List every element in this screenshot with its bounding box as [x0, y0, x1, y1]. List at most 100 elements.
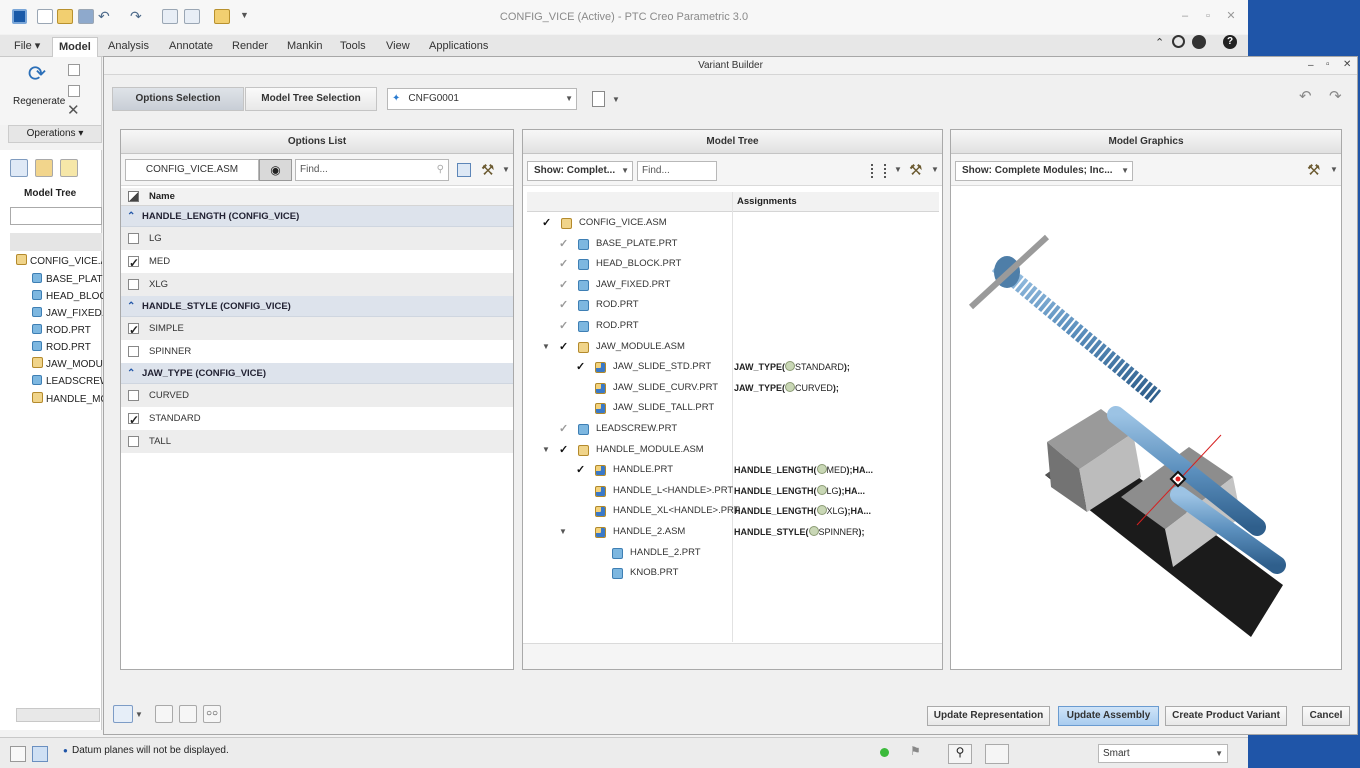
- option-checkbox[interactable]: [128, 346, 139, 357]
- assignment-cell[interactable]: HANDLE_LENGTH(LG);HA...: [734, 481, 865, 501]
- tree-row[interactable]: JAW_SLIDE_CURV.PRT JAW_TYPE(CURVED);: [523, 378, 942, 398]
- tree-row[interactable]: ▼ ✓ JAW_MODULE.ASM: [523, 337, 942, 357]
- include-check-icon[interactable]: ✓: [559, 419, 568, 439]
- navigator-toggle-icon[interactable]: [10, 746, 26, 762]
- chevron-down-icon[interactable]: ▼: [1330, 165, 1338, 174]
- chevron-down-icon[interactable]: ▼: [894, 165, 902, 174]
- operations-group-label[interactable]: Operations ▾: [8, 125, 102, 143]
- include-check-icon[interactable]: ✓: [576, 357, 585, 377]
- include-check-icon[interactable]: ✓: [559, 254, 568, 274]
- option-row[interactable]: STANDARD: [121, 407, 513, 432]
- assignment-cell[interactable]: JAW_TYPE(STANDARD);: [734, 357, 850, 377]
- selection-icon[interactable]: [985, 744, 1009, 764]
- dialog-maximize-icon[interactable]: ▫: [1326, 59, 1330, 70]
- option-group-header[interactable]: ⌃ JAW_TYPE (CONFIG_VICE): [121, 363, 513, 384]
- paste-icon[interactable]: [68, 85, 80, 97]
- vice-3d-model[interactable]: [951, 187, 1341, 669]
- expand-toggle-icon[interactable]: ▼: [542, 337, 550, 357]
- tab-view[interactable]: View: [380, 37, 416, 57]
- chevron-down-icon[interactable]: ▼: [135, 710, 143, 719]
- assignment-cell[interactable]: HANDLE_STYLE(SPINNER);: [734, 522, 865, 542]
- option-row[interactable]: CURVED: [121, 384, 513, 407]
- options-settings-icon[interactable]: ⚒: [481, 161, 494, 179]
- layout-toggle-icon[interactable]: [113, 705, 133, 723]
- option-checkbox[interactable]: [128, 390, 139, 401]
- tree-columns-icon[interactable]: [871, 164, 886, 178]
- collapse-ribbon-icon[interactable]: ⌃: [1155, 36, 1164, 49]
- favorites-tab-icon[interactable]: [60, 159, 78, 177]
- option-row[interactable]: TALL: [121, 430, 513, 453]
- close-icon[interactable]: ✕: [1224, 10, 1238, 22]
- tree-row[interactable]: KNOB.PRT: [523, 563, 942, 583]
- tree-row[interactable]: ▼ ✓ HANDLE_MODULE.ASM: [523, 440, 942, 460]
- option-group-header[interactable]: ⌃ HANDLE_STYLE (CONFIG_VICE): [121, 296, 513, 317]
- tree-find-input[interactable]: Find...: [637, 161, 717, 181]
- include-check-icon[interactable]: ✓: [559, 295, 568, 315]
- tree-row[interactable]: ✓ CONFIG_VICE.ASM: [523, 213, 942, 233]
- left-tree-item[interactable]: CONFIG_VICE.ASM: [16, 253, 102, 270]
- tree-row[interactable]: HANDLE_L<HANDLE>.PRT HANDLE_LENGTH(LG);HA…: [523, 481, 942, 501]
- selection-filter-dropdown[interactable]: Smart ▼: [1098, 744, 1228, 763]
- tab-model-tree-selection[interactable]: Model Tree Selection: [245, 87, 377, 111]
- model-tree-search-input[interactable]: [10, 207, 102, 225]
- expand-toggle-icon[interactable]: ▼: [542, 440, 550, 460]
- tree-row[interactable]: ✓ JAW_FIXED.PRT: [523, 275, 942, 295]
- tree-row[interactable]: JAW_SLIDE_TALL.PRT: [523, 398, 942, 418]
- tab-file[interactable]: File ▾: [8, 37, 46, 57]
- tree-row[interactable]: ✓ JAW_SLIDE_STD.PRT JAW_TYPE(STANDARD);: [523, 357, 942, 377]
- variant-list-icon[interactable]: [592, 91, 605, 107]
- include-check-icon[interactable]: ✓: [542, 213, 551, 233]
- option-row[interactable]: SIMPLE: [121, 317, 513, 342]
- flag-icon[interactable]: ⚑: [910, 744, 921, 758]
- assignment-cell[interactable]: HANDLE_LENGTH(XLG);HA...: [734, 501, 871, 521]
- tab-model[interactable]: Model: [52, 37, 98, 57]
- include-check-icon[interactable]: ✓: [559, 316, 568, 336]
- tree-settings-icon[interactable]: ⚒: [909, 161, 922, 179]
- regenerate-icon[interactable]: ⟳: [24, 61, 50, 87]
- community-icon[interactable]: [1192, 35, 1206, 49]
- include-check-icon[interactable]: ✓: [559, 275, 568, 295]
- update-assembly-button[interactable]: Update Assembly: [1058, 706, 1159, 726]
- tree-row[interactable]: ✓ HEAD_BLOCK.PRT: [523, 254, 942, 274]
- tab-tools[interactable]: Tools: [334, 37, 372, 57]
- tree-row[interactable]: ✓ ROD.PRT: [523, 295, 942, 315]
- chevron-down-icon[interactable]: ▼: [612, 95, 620, 104]
- option-checkbox[interactable]: [128, 409, 139, 432]
- graphics-show-dropdown[interactable]: Show: Complete Modules; Inc... ▼: [955, 161, 1133, 181]
- show-table-icon[interactable]: [155, 705, 173, 723]
- tab-applications[interactable]: Applications: [423, 37, 494, 57]
- include-check-icon[interactable]: ✓: [559, 337, 568, 357]
- tree-row[interactable]: ✓ ROD.PRT: [523, 316, 942, 336]
- option-group-header[interactable]: ⌃ HANDLE_LENGTH (CONFIG_VICE): [121, 206, 513, 227]
- option-checkbox[interactable]: [128, 233, 139, 244]
- preview-icon[interactable]: ○○: [203, 705, 221, 723]
- browser-toggle-icon[interactable]: [32, 746, 48, 762]
- tree-row[interactable]: ✓ LEADSCREW.PRT: [523, 419, 942, 439]
- chevron-down-icon[interactable]: ▼: [502, 165, 510, 174]
- option-row[interactable]: XLG: [121, 273, 513, 296]
- tab-mankin[interactable]: Mankin: [281, 37, 328, 57]
- tree-show-dropdown[interactable]: Show: Complet... ▼: [527, 161, 633, 181]
- tab-render[interactable]: Render: [226, 37, 274, 57]
- tree-row[interactable]: HANDLE_XL<HANDLE>.PRT HANDLE_LENGTH(XLG);…: [523, 501, 942, 521]
- dialog-undo-icon[interactable]: ↶: [1299, 87, 1312, 105]
- tab-options-selection[interactable]: Options Selection: [112, 87, 244, 111]
- select-all-checkbox[interactable]: [128, 191, 139, 202]
- tree-row[interactable]: ✓ BASE_PLATE.PRT: [523, 234, 942, 254]
- option-row[interactable]: MED: [121, 250, 513, 275]
- dialog-redo-icon[interactable]: ↷: [1329, 87, 1342, 105]
- tree-row[interactable]: HANDLE_2.PRT: [523, 543, 942, 563]
- dialog-close-icon[interactable]: ✕: [1343, 59, 1351, 70]
- model-tree-tab-icon[interactable]: [10, 159, 28, 177]
- copy-icon[interactable]: [68, 64, 80, 76]
- assignment-cell[interactable]: JAW_TYPE(CURVED);: [734, 378, 839, 398]
- tree-row[interactable]: ✓ HANDLE.PRT HANDLE_LENGTH(MED);HA...: [523, 460, 942, 480]
- option-row[interactable]: LG: [121, 227, 513, 250]
- chevron-down-icon[interactable]: ▼: [931, 165, 939, 174]
- tab-annotate[interactable]: Annotate: [163, 37, 219, 57]
- dialog-minimize-icon[interactable]: –: [1308, 60, 1314, 71]
- variant-selector[interactable]: ✦ CNFG0001 ▼: [387, 88, 577, 110]
- search-icon[interactable]: [1172, 35, 1185, 48]
- tab-analysis[interactable]: Analysis: [102, 37, 155, 57]
- expand-toggle-icon[interactable]: ▼: [559, 522, 567, 542]
